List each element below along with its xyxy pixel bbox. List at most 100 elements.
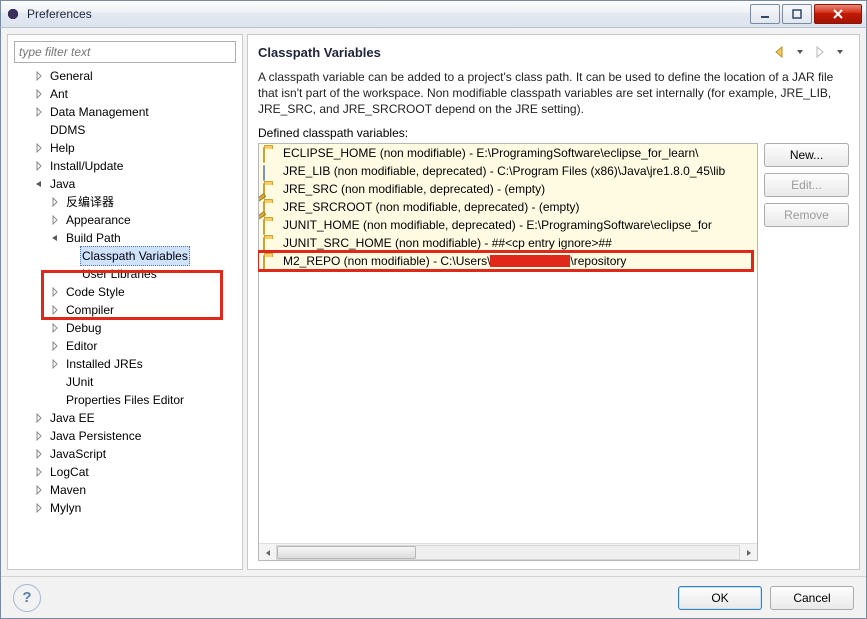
scroll-thumb[interactable]	[277, 546, 416, 559]
list-item-text: JRE_LIB (non modifiable, deprecated) - C…	[283, 162, 725, 180]
twisty-icon[interactable]	[48, 285, 62, 299]
list-item[interactable]: JRE_SRC (non modifiable, deprecated) - (…	[259, 180, 757, 198]
tree-item[interactable]: Appearance	[10, 211, 242, 229]
tree-item-label: Java EE	[48, 409, 97, 427]
folder-icon	[263, 146, 279, 160]
list-item[interactable]: ECLIPSE_HOME (non modifiable) - E:\Progr…	[259, 144, 757, 162]
twisty-icon[interactable]	[32, 447, 46, 461]
new-button[interactable]: New...	[764, 143, 849, 167]
list-item[interactable]: JRE_SRCROOT (non modifiable, deprecated)…	[259, 198, 757, 216]
twisty-none	[48, 375, 62, 389]
list-items: ECLIPSE_HOME (non modifiable) - E:\Progr…	[259, 144, 757, 543]
window-controls	[750, 4, 862, 24]
twisty-icon[interactable]	[32, 429, 46, 443]
horizontal-scrollbar[interactable]	[259, 543, 757, 560]
twisty-icon[interactable]	[48, 213, 62, 227]
folder-edit-icon	[263, 200, 279, 214]
twisty-icon[interactable]	[32, 411, 46, 425]
twisty-none	[32, 123, 46, 137]
twisty-icon[interactable]	[32, 105, 46, 119]
list-item[interactable]: JUNIT_HOME (non modifiable, deprecated) …	[259, 216, 757, 234]
twisty-icon[interactable]	[48, 339, 62, 353]
tree-item-label: General	[48, 67, 95, 85]
jar-icon	[263, 164, 279, 178]
twisty-icon[interactable]	[48, 321, 62, 335]
classpath-variable-list[interactable]: ECLIPSE_HOME (non modifiable) - E:\Progr…	[258, 143, 758, 561]
tree-item-label: 反编译器	[64, 193, 116, 211]
list-label: Defined classpath variables:	[258, 126, 849, 140]
tree-item[interactable]: DDMS	[10, 121, 242, 139]
tree-item-label: LogCat	[48, 463, 91, 481]
tree-item[interactable]: LogCat	[10, 463, 242, 481]
twisty-icon[interactable]	[48, 195, 62, 209]
tree-item[interactable]: Mylyn	[10, 499, 242, 517]
preferences-tree[interactable]: GeneralAntData ManagementDDMSHelpInstall…	[8, 67, 242, 569]
tree-item[interactable]: Build Path	[10, 229, 242, 247]
tree-item[interactable]: JavaScript	[10, 445, 242, 463]
scroll-track[interactable]	[276, 545, 740, 560]
tree-item-label: Debug	[64, 319, 103, 337]
scroll-right-arrow[interactable]	[740, 545, 757, 560]
tree-item[interactable]: Install/Update	[10, 157, 242, 175]
tree-item[interactable]: Java EE	[10, 409, 242, 427]
redacted-segment	[490, 255, 570, 267]
maximize-button[interactable]	[782, 4, 812, 24]
tree-item-label: Java	[48, 175, 77, 193]
tree-item-label: Properties Files Editor	[64, 391, 186, 409]
tree-item[interactable]: Properties Files Editor	[10, 391, 242, 409]
edit-button[interactable]: Edit...	[764, 173, 849, 197]
filter-input[interactable]	[14, 41, 236, 63]
remove-button[interactable]: Remove	[764, 203, 849, 227]
nav-back-menu[interactable]	[791, 43, 809, 61]
nav-back-button[interactable]	[771, 43, 789, 61]
tree-item[interactable]: Editor	[10, 337, 242, 355]
twisty-icon[interactable]	[32, 141, 46, 155]
tree-item[interactable]: Data Management	[10, 103, 242, 121]
tree-item-label: Java Persistence	[48, 427, 143, 445]
twisty-icon[interactable]	[32, 465, 46, 479]
list-item[interactable]: JRE_LIB (non modifiable, deprecated) - C…	[259, 162, 757, 180]
tree-item[interactable]: Ant	[10, 85, 242, 103]
tree-item[interactable]: Code Style	[10, 283, 242, 301]
titlebar: Preferences	[0, 0, 867, 28]
nav-forward-button[interactable]	[811, 43, 829, 61]
twisty-icon[interactable]	[48, 357, 62, 371]
nav-arrows	[771, 43, 849, 61]
list-item[interactable]: M2_REPO (non modifiable) - C:\Users\\rep…	[259, 252, 757, 270]
twisty-none	[64, 249, 78, 263]
tree-item[interactable]: User Libraries	[10, 265, 242, 283]
list-buttons: New... Edit... Remove	[764, 143, 849, 561]
tree-item[interactable]: Classpath Variables	[10, 247, 242, 265]
scroll-left-arrow[interactable]	[259, 545, 276, 560]
twisty-icon[interactable]	[32, 69, 46, 83]
list-item[interactable]: JUNIT_SRC_HOME (non modifiable) - ##<cp …	[259, 234, 757, 252]
ok-button[interactable]: OK	[678, 586, 762, 610]
tree-item-label: Compiler	[64, 301, 116, 319]
tree-item[interactable]: Java	[10, 175, 242, 193]
tree-item[interactable]: Compiler	[10, 301, 242, 319]
minimize-button[interactable]	[750, 4, 780, 24]
app-icon	[5, 6, 21, 22]
tree-item[interactable]: Debug	[10, 319, 242, 337]
tree-item[interactable]: 反编译器	[10, 193, 242, 211]
tree-item[interactable]: Help	[10, 139, 242, 157]
cancel-button[interactable]: Cancel	[770, 586, 854, 610]
tree-item[interactable]: Java Persistence	[10, 427, 242, 445]
folder-icon	[263, 236, 279, 250]
list-item-text: M2_REPO (non modifiable) - C:\Users\\rep…	[283, 252, 626, 270]
twisty-icon[interactable]	[32, 483, 46, 497]
twisty-icon[interactable]	[48, 231, 62, 245]
tree-item[interactable]: General	[10, 67, 242, 85]
twisty-icon[interactable]	[32, 159, 46, 173]
twisty-icon[interactable]	[32, 87, 46, 101]
twisty-icon[interactable]	[32, 501, 46, 515]
tree-item[interactable]: JUnit	[10, 373, 242, 391]
close-button[interactable]	[814, 4, 862, 24]
tree-item[interactable]: Maven	[10, 481, 242, 499]
help-button[interactable]: ?	[13, 584, 41, 612]
tree-item[interactable]: Installed JREs	[10, 355, 242, 373]
twisty-icon[interactable]	[32, 177, 46, 191]
filter-box	[14, 41, 236, 63]
twisty-icon[interactable]	[48, 303, 62, 317]
nav-forward-menu[interactable]	[831, 43, 849, 61]
